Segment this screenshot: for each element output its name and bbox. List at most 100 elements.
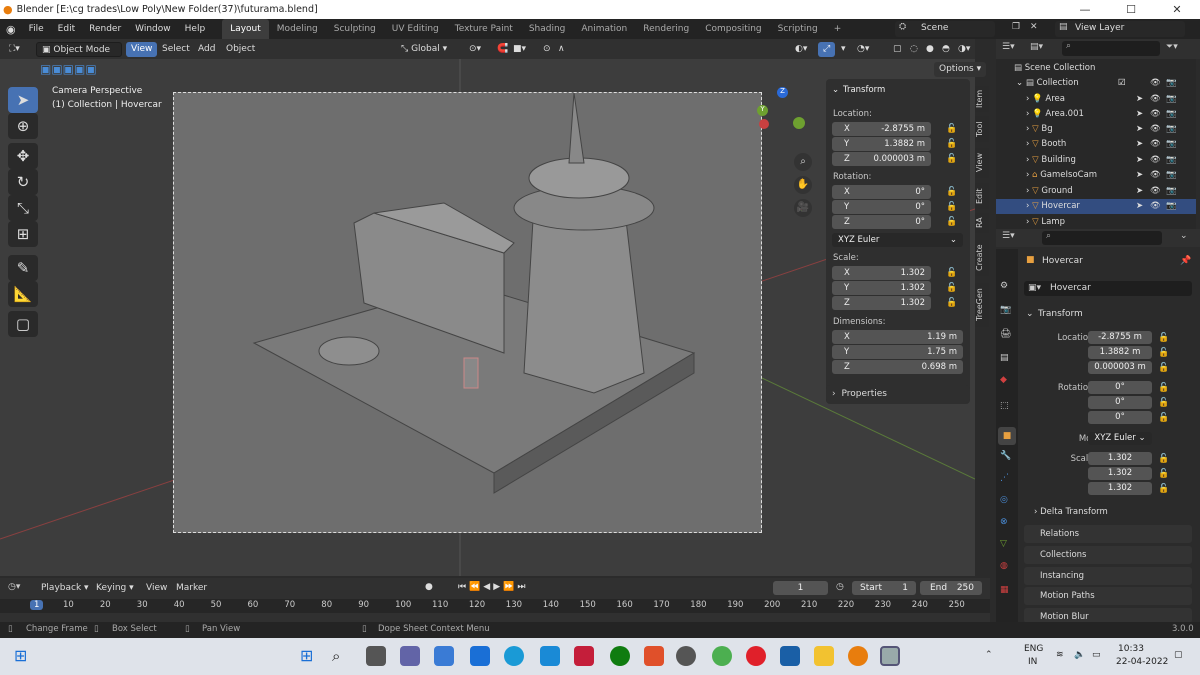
- current-frame-field[interactable]: 1: [773, 581, 828, 595]
- y-axis-icon[interactable]: [793, 117, 805, 129]
- notifications-icon[interactable]: ▢: [1174, 650, 1183, 660]
- cursor-tool-icon[interactable]: ⊕: [8, 113, 38, 139]
- select-arrow-icon[interactable]: ➤: [1136, 107, 1143, 122]
- marker-menu[interactable]: Marker: [176, 583, 207, 593]
- world-tab-icon[interactable]: ⬚: [1000, 401, 1009, 411]
- select-arrow-icon[interactable]: ➤: [1136, 199, 1143, 214]
- maximize-button[interactable]: ☐: [1108, 0, 1154, 19]
- minimize-button[interactable]: —: [1062, 0, 1108, 19]
- tab-shading[interactable]: Shading: [521, 19, 574, 39]
- material-tab-icon[interactable]: ◍: [1000, 561, 1008, 571]
- prop-rotation-y-field[interactable]: 0°: [1088, 396, 1152, 409]
- tab-uv-editing[interactable]: UV Editing: [384, 19, 447, 39]
- opera-icon[interactable]: [746, 646, 766, 666]
- rotate-tool-icon[interactable]: ↻: [8, 169, 38, 195]
- tray-chevron-icon[interactable]: ⌃: [985, 650, 993, 660]
- lock-icon[interactable]: 🔓: [946, 124, 957, 134]
- outliner-row-scene-collection[interactable]: ▤ Scene Collection: [996, 61, 1196, 76]
- collapse-icon[interactable]: ⌄: [1180, 231, 1188, 241]
- camera-icon[interactable]: 📷: [1166, 137, 1177, 152]
- object-name-field[interactable]: ▣▾ Hovercar: [1024, 281, 1192, 296]
- select-arrow-icon[interactable]: ➤: [1136, 184, 1143, 199]
- camera-icon[interactable]: 📷: [1166, 107, 1177, 122]
- camera-icon[interactable]: 📷: [1166, 76, 1177, 91]
- tab-item[interactable]: Item: [975, 86, 989, 112]
- eye-icon[interactable]: 👁: [1150, 92, 1161, 107]
- display-mode-icon[interactable]: ▤▾: [1030, 42, 1043, 52]
- object-tab-icon[interactable]: ■: [998, 427, 1016, 445]
- move-tool-icon[interactable]: ✥: [8, 143, 38, 169]
- blender-taskbar-icon[interactable]: [848, 646, 868, 666]
- motion-paths-section[interactable]: Motion Paths: [1024, 587, 1192, 605]
- chrome-icon[interactable]: [712, 646, 732, 666]
- task-view-icon[interactable]: [366, 646, 386, 666]
- physics-tab-icon[interactable]: ◎: [1000, 495, 1008, 505]
- tab-tool[interactable]: Tool: [975, 116, 989, 142]
- motion-blur-section[interactable]: Motion Blur: [1024, 608, 1192, 623]
- constraints-tab-icon[interactable]: ⊗: [1000, 517, 1008, 527]
- tab-edit[interactable]: Edit: [975, 183, 989, 209]
- scale-x-field[interactable]: X 1.302: [832, 266, 931, 280]
- snipping-tool-icon[interactable]: [880, 646, 900, 666]
- select-menu[interactable]: Select: [157, 42, 195, 57]
- camera-icon[interactable]: 📷: [1166, 122, 1177, 137]
- language-label[interactable]: ENG: [1024, 644, 1043, 654]
- settings-gear-icon[interactable]: [676, 646, 696, 666]
- volume-icon[interactable]: 🔈: [1074, 650, 1085, 660]
- mcafee-icon[interactable]: [574, 646, 594, 666]
- properties-section[interactable]: › Properties: [826, 385, 970, 403]
- delta-transform-section[interactable]: › Delta Transform: [1034, 507, 1108, 517]
- add-workspace-icon[interactable]: +: [826, 19, 850, 39]
- rotation-mode-dropdown[interactable]: XYZ Euler ⌄: [832, 233, 963, 247]
- add-menu[interactable]: Add: [193, 42, 220, 57]
- options-dropdown[interactable]: Options ▾: [934, 62, 987, 77]
- pivot-icon[interactable]: ⊙▾: [464, 42, 486, 57]
- select-arrow-icon[interactable]: ➤: [1136, 92, 1143, 107]
- outliner-row-ground[interactable]: › ▽ Ground ➤ 👁 📷: [996, 184, 1196, 199]
- outliner-row-building[interactable]: › ▽ Building ➤ 👁 📷: [996, 153, 1196, 168]
- zoom-icon[interactable]: ⌕: [794, 153, 812, 171]
- outliner-search-input[interactable]: ⌕: [1062, 41, 1160, 56]
- tab-compositing[interactable]: Compositing: [697, 19, 769, 39]
- keying-menu[interactable]: Keying ▾: [96, 583, 134, 593]
- dimension-y-field[interactable]: Y 1.75 m: [832, 345, 963, 359]
- region-label[interactable]: IN: [1028, 657, 1037, 667]
- camera-icon[interactable]: 📷: [1166, 92, 1177, 107]
- eye-icon[interactable]: 👁: [1150, 199, 1161, 214]
- select-arrow-icon[interactable]: ➤: [1136, 153, 1143, 168]
- photos-icon[interactable]: [434, 646, 454, 666]
- select-arrow-icon[interactable]: ➤: [1136, 168, 1143, 183]
- xray-icon[interactable]: ▢: [888, 42, 907, 57]
- tool-tab-icon[interactable]: ⚙: [1000, 281, 1008, 291]
- select-arrow-icon[interactable]: ➤: [1136, 137, 1143, 152]
- camera-icon[interactable]: 📷: [1166, 199, 1177, 214]
- outliner-row-area-001[interactable]: › 💡 Area.001 ➤ 👁 📷: [996, 107, 1196, 122]
- lock-icon[interactable]: 🔓: [1158, 484, 1169, 494]
- close-button[interactable]: ✕: [1154, 0, 1200, 19]
- start-menu-icon[interactable]: ⊞: [300, 646, 320, 666]
- rotation-x-field[interactable]: X 0°: [832, 185, 931, 199]
- scene-tab-icon[interactable]: ◆: [1000, 375, 1007, 385]
- lock-icon[interactable]: 🔓: [1158, 454, 1169, 464]
- add-cube-tool-icon[interactable]: ▢: [8, 311, 38, 337]
- instancing-section[interactable]: Instancing: [1024, 567, 1192, 585]
- tab-create[interactable]: Create: [975, 240, 989, 276]
- file-explorer-icon[interactable]: [814, 646, 834, 666]
- eye-icon[interactable]: 👁: [1150, 168, 1161, 183]
- prop-location-x-field[interactable]: -2.8755 m: [1088, 331, 1152, 344]
- lock-icon[interactable]: 🔓: [946, 154, 957, 164]
- app-c-icon[interactable]: [644, 646, 664, 666]
- lock-icon[interactable]: 🔓: [946, 202, 957, 212]
- scene-selector[interactable]: ⛭ Scene: [895, 21, 995, 37]
- gizmo-icon[interactable]: ⤢: [818, 42, 836, 57]
- data-tab-icon[interactable]: ▽: [1000, 539, 1007, 549]
- view-layer-selector[interactable]: ▤ View Layer: [1055, 21, 1185, 37]
- tab-treegen[interactable]: TreeGen: [975, 283, 989, 327]
- camera-view-icon[interactable]: 🎥: [794, 199, 812, 217]
- texture-tab-icon[interactable]: ▦: [1000, 585, 1009, 595]
- lock-icon[interactable]: 🔓: [946, 139, 957, 149]
- prop-scale-x-field[interactable]: 1.302: [1088, 452, 1152, 465]
- timeline-editor-icon[interactable]: ◷▾: [8, 582, 20, 592]
- menu-render[interactable]: Render: [82, 19, 128, 39]
- camera-icon[interactable]: 📷: [1166, 153, 1177, 168]
